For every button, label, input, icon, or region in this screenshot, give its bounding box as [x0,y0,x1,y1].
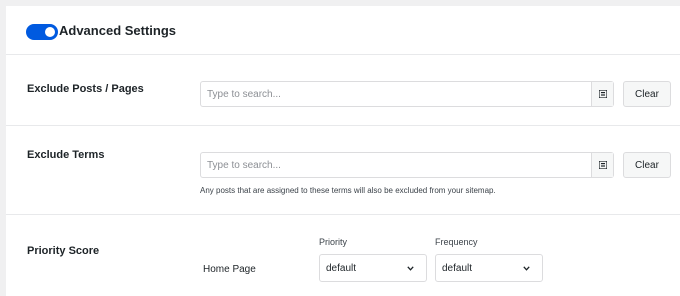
chevron-down-icon [407,266,414,271]
exclude-terms-clear-button[interactable]: Clear [623,152,671,178]
grid-list-icon [599,161,607,169]
exclude-posts-clear-button[interactable]: Clear [623,81,671,107]
exclude-terms-picker-button[interactable] [591,153,613,177]
frequency-select-value: default [442,263,473,274]
section-title: Advanced Settings [59,23,177,38]
advanced-settings-toggle[interactable] [26,24,58,40]
priority-score-label: Priority Score [27,245,100,257]
priority-score-row: Priority Score Priority Frequency Home P… [6,215,680,296]
exclude-posts-row: Exclude Posts / Pages Clear [6,55,680,126]
exclude-posts-search-input[interactable] [201,82,587,106]
chevron-down-icon [523,266,530,271]
home-page-label: Home Page [203,264,256,275]
exclude-posts-picker-button[interactable] [591,82,613,106]
priority-column-header: Priority [319,237,348,247]
exclude-terms-search [200,152,614,178]
exclude-terms-label: Exclude Terms [27,149,105,161]
home-page-priority-select[interactable]: default [319,254,427,282]
frequency-column-header: Frequency [435,237,478,247]
exclude-terms-row: Exclude Terms Clear Any posts that are a… [6,126,680,215]
home-page-frequency-select[interactable]: default [435,254,543,282]
exclude-terms-search-input[interactable] [201,153,587,177]
advanced-settings-panel: Advanced Settings Exclude Posts / Pages … [6,6,680,296]
toggle-knob [45,27,55,37]
exclude-posts-search [200,81,614,107]
exclude-terms-help-text: Any posts that are assigned to these ter… [200,186,496,195]
priority-select-value: default [326,263,357,274]
grid-list-icon [599,90,607,98]
exclude-posts-label: Exclude Posts / Pages [27,83,144,95]
settings-header: Advanced Settings [6,6,680,55]
